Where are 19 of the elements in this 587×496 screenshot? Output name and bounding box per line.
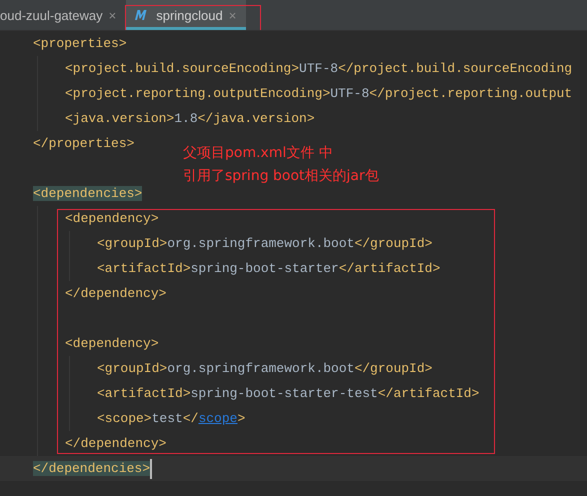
annotation-text: 引用了spring boot相关的jar包 [183, 167, 379, 186]
code-line: <groupId>org.springframework.boot</groupId> [97, 236, 432, 251]
code-line: <artifactId>spring-boot-starter-test</artifactId> [97, 386, 480, 401]
code-line: <dependency> [65, 211, 159, 226]
code-line: <dependency> [65, 336, 159, 351]
code-line: <properties> [33, 36, 127, 51]
code-line: <java.version>1.8</java.version> [65, 111, 315, 126]
editor-tab[interactable]: springcloud × [126, 0, 246, 30]
code-line: <groupId>org.springframework.boot</groupId> [97, 361, 432, 376]
code-line: <artifactId>spring-boot-starter</artifactId> [97, 261, 440, 276]
text-cursor [150, 458, 152, 479]
code-line: </dependency> [65, 436, 166, 451]
close-tab-icon[interactable]: × [108, 8, 116, 22]
code-line: </dependency> [65, 286, 166, 301]
code-line: </properties> [33, 136, 134, 151]
annotation-text: 父项目pom.xml文件 中 [183, 144, 334, 163]
code-line: <scope>test</scope> [97, 411, 246, 426]
code-line: <project.build.sourceEncoding>UTF-8</project.build.sourceEncoding [65, 61, 572, 76]
code-line: <project.reporting.outputEncoding>UTF-8</project.reporting.output [65, 86, 572, 101]
